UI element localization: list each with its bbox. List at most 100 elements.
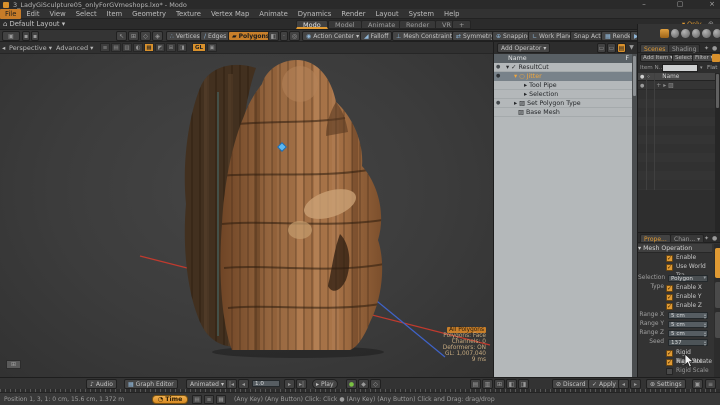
- discard-button[interactable]: ⊘Discard: [552, 379, 590, 389]
- time-toggle[interactable]: ◔ Time: [152, 395, 188, 404]
- enable-y-checkbox[interactable]: ✓: [666, 294, 673, 301]
- items-mode-icon[interactable]: ◧: [268, 31, 279, 41]
- menu-system[interactable]: System: [404, 9, 439, 19]
- use-world-checkbox[interactable]: ✓: [666, 264, 673, 271]
- enable-x-checkbox[interactable]: ✓: [666, 285, 673, 292]
- highlight-icon[interactable]: [712, 54, 720, 62]
- prev-frame-icon[interactable]: ◂: [238, 379, 249, 389]
- vertices-mode-button[interactable]: ∴Vertices: [166, 31, 204, 41]
- menu-dynamics[interactable]: Dynamics: [293, 9, 337, 19]
- xray-icon[interactable]: ◩: [155, 43, 165, 52]
- filter-funnel-icon[interactable]: ▼: [627, 43, 636, 53]
- enable-z-checkbox[interactable]: ✓: [666, 303, 673, 310]
- selection-type-dropdown[interactable]: Polygon▾: [668, 275, 708, 282]
- texture-icon[interactable]: ▥: [122, 43, 132, 52]
- graph-editor-button[interactable]: ▦Graph Editor: [124, 379, 178, 389]
- add-operator-button[interactable]: Add Operator▾: [497, 43, 550, 53]
- minimize-button[interactable]: –: [636, 0, 652, 9]
- apply-button[interactable]: ✓Apply: [588, 379, 620, 389]
- viewport-options-icon[interactable]: ▣: [207, 43, 217, 52]
- tab-properties[interactable]: Prope...: [640, 234, 671, 243]
- camera-dropdown[interactable]: Perspective ▾: [9, 44, 52, 52]
- preset-sphere-icon[interactable]: [671, 29, 680, 38]
- settings-button[interactable]: ⊛Settings: [646, 379, 686, 389]
- item-search-input[interactable]: [662, 64, 698, 72]
- rigid-scale-checkbox[interactable]: ✓: [666, 368, 673, 375]
- menu-help[interactable]: Help: [439, 9, 465, 19]
- mesh-op-row-base-mesh[interactable]: ▨ Base Mesh: [494, 108, 633, 117]
- tab-channels[interactable]: Chan... ▾: [670, 234, 704, 243]
- audio-button[interactable]: ♪Audio: [86, 379, 117, 389]
- layers-icon[interactable]: ▤: [192, 395, 202, 404]
- mesh-constraint-button[interactable]: ⊥Mesh Constraint: [392, 31, 456, 41]
- close-button[interactable]: ×: [704, 0, 720, 9]
- mesh-operation-section[interactable]: ▾ Mesh Operation: [638, 244, 712, 253]
- polygons-mode-button[interactable]: ▰Polygons: [228, 31, 273, 41]
- panel-options-icon[interactable]: ●: [712, 45, 717, 52]
- edges-mode-button[interactable]: ∕Edges: [200, 31, 230, 41]
- grid-small-icon[interactable]: ▦: [216, 395, 226, 404]
- memory-m-icon[interactable]: ▪: [22, 31, 30, 41]
- menu-render[interactable]: Render: [336, 9, 370, 19]
- flat-toggle[interactable]: Flat: [707, 65, 717, 71]
- enable-checkbox[interactable]: ✓: [666, 255, 673, 262]
- add-item-button[interactable]: Add Item ▾: [640, 54, 676, 62]
- menu-edit[interactable]: Edit: [21, 9, 44, 19]
- maximize-button[interactable]: ▢: [672, 0, 688, 9]
- menu-texture[interactable]: Texture: [171, 9, 206, 19]
- lasso-tool-icon[interactable]: ◇: [140, 31, 151, 41]
- memory-s-icon[interactable]: ▪: [31, 31, 39, 41]
- tab-scenes[interactable]: Scenes: [640, 44, 669, 53]
- ops-view-icon[interactable]: ▤: [617, 43, 626, 53]
- range-y-field[interactable]: 5 cm▴▾: [668, 321, 708, 328]
- preset-sphere-icon[interactable]: [681, 29, 690, 38]
- mesh-op-row-tool-pipe[interactable]: ▸ Tool Pipe: [494, 81, 633, 90]
- menu-animate[interactable]: Animate: [254, 9, 292, 19]
- tab-animate[interactable]: Animate: [361, 20, 402, 29]
- list-view-icon[interactable]: ▭: [597, 43, 606, 53]
- range-z-field[interactable]: 5 cm▴▾: [668, 330, 708, 337]
- range-x-field[interactable]: 5 cm▴▾: [668, 312, 708, 319]
- thumb-view-icon[interactable]: ▭: [607, 43, 616, 53]
- side-tab-active[interactable]: [715, 248, 720, 278]
- key-remove-icon[interactable]: ◇: [370, 379, 381, 389]
- menu-vertex-map[interactable]: Vertex Map: [206, 9, 254, 19]
- select-tool-icon[interactable]: ↖: [116, 31, 127, 41]
- go-start-icon[interactable]: |◂: [226, 379, 237, 389]
- tool-icon-1[interactable]: ▤: [470, 379, 481, 389]
- wireframe-icon[interactable]: ≡: [100, 43, 110, 52]
- rigid-translate-checkbox[interactable]: ✓: [666, 350, 673, 357]
- default-layout-selector[interactable]: ⌂ Default Layout ▾: [3, 20, 65, 28]
- search-dropdown-icon[interactable]: ▾: [700, 65, 703, 71]
- next-frame-icon[interactable]: ▸: [284, 379, 295, 389]
- work-plane-widget-icon[interactable]: ⊞: [6, 360, 21, 369]
- mesh-op-row-resultcut[interactable]: ●▾ ✓ ResultCut: [494, 63, 633, 72]
- mesh-op-row-set-polygon-type[interactable]: ●▸ ▨ Set Polygon Type: [494, 99, 633, 108]
- shading-dropdown[interactable]: Advanced ▾: [56, 44, 93, 52]
- transform-tool-icon[interactable]: ⊞: [128, 31, 139, 41]
- menu-view[interactable]: View: [45, 9, 71, 19]
- preset-sphere-icon[interactable]: [713, 29, 720, 38]
- item-list-scrollbar[interactable]: [715, 73, 720, 232]
- step-back-icon[interactable]: ◂: [618, 379, 629, 389]
- search-type-label[interactable]: Item N...: [640, 65, 664, 71]
- viewport-switch-icon[interactable]: ▣: [2, 31, 20, 41]
- wrench-icon[interactable]: ✦: [704, 45, 709, 52]
- current-time-field[interactable]: 1.0: [252, 380, 280, 387]
- tab-model[interactable]: Model: [328, 20, 362, 29]
- list-icon[interactable]: ≡: [204, 395, 214, 404]
- tool-icon-3[interactable]: ⊞: [494, 379, 505, 389]
- viewport-3d[interactable]: ◂ Perspective ▾ Advanced ▾ ≡ ▤ ▥ ◐ ▦ ◩ ⊞…: [0, 42, 493, 377]
- menu-item[interactable]: Item: [102, 9, 127, 19]
- step-fwd-icon[interactable]: ▸: [630, 379, 641, 389]
- tool-icon-4[interactable]: ◧: [506, 379, 517, 389]
- tool-icon-5[interactable]: ◨: [518, 379, 529, 389]
- ghost-mode-icon[interactable]: ▦: [144, 43, 154, 52]
- extra-icon-1[interactable]: ▣: [692, 379, 703, 389]
- extra-icon-2[interactable]: ≡: [705, 379, 716, 389]
- seed-field[interactable]: 137▴▾: [668, 339, 708, 346]
- auto-key-icon[interactable]: ●: [346, 379, 357, 389]
- menu-select[interactable]: Select: [71, 9, 102, 19]
- tab-shading[interactable]: Shading: [668, 44, 700, 53]
- mesh-op-row-selection[interactable]: ▸ Selection: [494, 90, 633, 99]
